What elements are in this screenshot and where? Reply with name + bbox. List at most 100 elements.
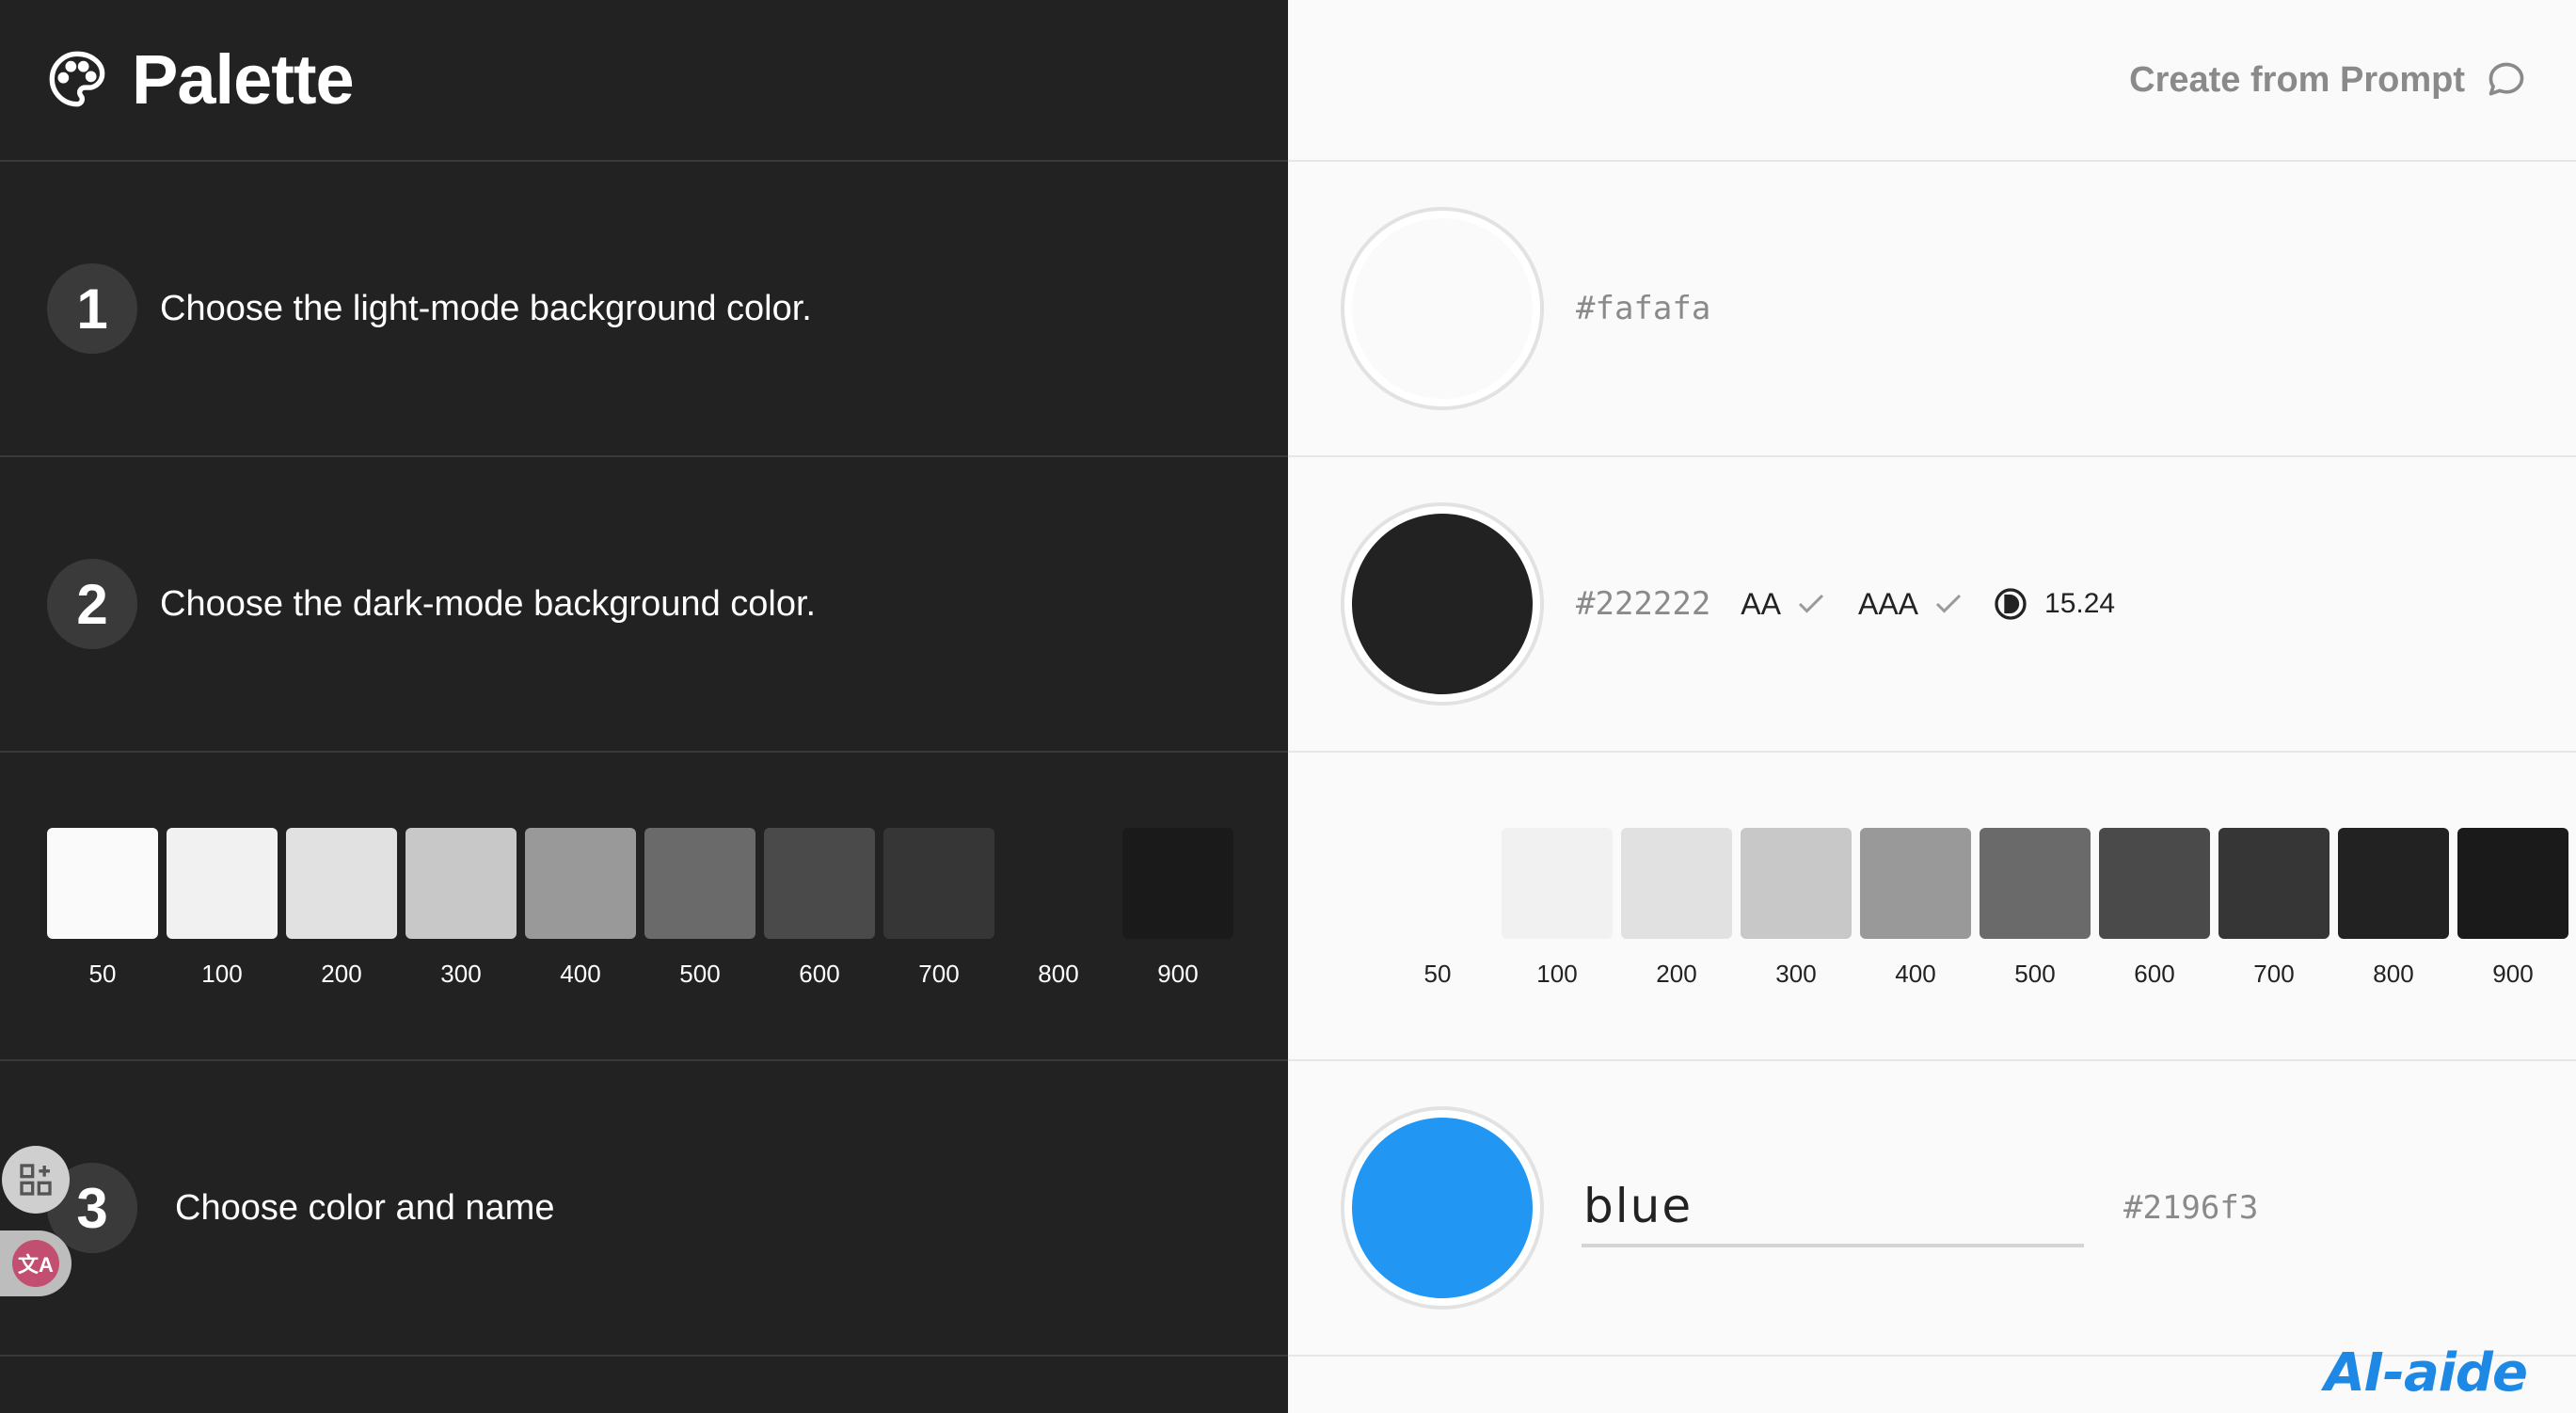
scale-step-300[interactable]: 300 xyxy=(1741,828,1852,989)
contrast-icon xyxy=(1995,588,2027,620)
step-3-section: 3 Choose color and name xyxy=(0,1061,1288,1357)
scale-step-600[interactable]: 600 xyxy=(764,828,875,989)
scale-chip xyxy=(764,828,875,939)
scale-label: 100 xyxy=(1536,960,1578,988)
translate-icon: 文A xyxy=(12,1240,59,1287)
aaa-badge: AAA xyxy=(1858,587,1965,622)
scale-label: 400 xyxy=(560,960,601,988)
watermark-logo: AI-aide xyxy=(2324,1342,2528,1404)
scale-label: 600 xyxy=(799,960,840,988)
scale-label: 700 xyxy=(918,960,960,988)
scale-label: 100 xyxy=(201,960,243,988)
scale-step-400[interactable]: 400 xyxy=(1860,828,1971,989)
create-from-prompt-label: Create from Prompt xyxy=(2129,59,2465,100)
scale-chip xyxy=(644,828,755,939)
header-left: Palette xyxy=(0,0,1288,162)
step-label: Choose color and name xyxy=(175,1187,555,1228)
light-bg-swatch[interactable] xyxy=(1341,207,1544,410)
light-bg-hex: #fafafa xyxy=(1576,290,1711,327)
primary-hex: #2196f3 xyxy=(2123,1189,2259,1227)
scale-step-200[interactable]: 200 xyxy=(286,828,397,989)
left-pane: Palette 1 Choose the light-mode backgrou… xyxy=(0,0,1288,1413)
translate-button[interactable]: 文A xyxy=(0,1230,72,1296)
scale-step-900[interactable]: 900 xyxy=(1122,828,1233,989)
header-right: Create from Prompt xyxy=(1288,0,2576,162)
scale-label: 600 xyxy=(2134,960,2175,988)
light-bg-swatch-fill xyxy=(1352,218,1533,399)
contrast-value: 15.24 xyxy=(2044,588,2116,619)
scale-step-300[interactable]: 300 xyxy=(405,828,517,989)
scale-chip xyxy=(1003,828,1114,939)
scale-step-400[interactable]: 400 xyxy=(525,828,636,989)
dark-scale-section: 50 100 200 300 400 500 600 700 800 900 xyxy=(1288,753,2576,1061)
scale-label: 50 xyxy=(1423,960,1452,988)
scale-step-500[interactable]: 500 xyxy=(1980,828,2091,989)
grid-add-icon xyxy=(20,1164,52,1196)
scale-chip xyxy=(2338,828,2449,939)
scale-chip xyxy=(2218,828,2330,939)
aaa-label: AAA xyxy=(1857,586,1919,621)
step-label: Choose the light-mode background color. xyxy=(160,288,812,328)
scale-label: 800 xyxy=(2373,960,2414,988)
check-icon xyxy=(1935,594,1962,613)
step-label: Choose the dark-mode background color. xyxy=(160,583,817,624)
aa-badge: AA xyxy=(1741,587,1828,622)
scale-step-200[interactable]: 200 xyxy=(1621,828,1732,989)
dark-bg-swatch-fill xyxy=(1352,514,1533,694)
light-scale: 50 100 200 300 400 500 600 700 800 900 xyxy=(47,828,1242,989)
scale-chip xyxy=(1382,828,1493,939)
scale-chip xyxy=(525,828,636,939)
scale-label: 500 xyxy=(2014,960,2056,988)
scale-label: 400 xyxy=(1895,960,1936,988)
scale-chip xyxy=(2457,828,2568,939)
step-number-badge: 1 xyxy=(47,263,137,354)
scale-chip xyxy=(1741,828,1852,939)
scale-chip xyxy=(286,828,397,939)
color-name-input[interactable] xyxy=(1582,1168,2084,1247)
dark-bg-swatch[interactable] xyxy=(1341,502,1544,706)
scale-label: 900 xyxy=(1157,960,1199,988)
scale-label: 500 xyxy=(679,960,721,988)
step-number-badge: 2 xyxy=(47,559,137,649)
scale-step-50[interactable]: 50 xyxy=(47,828,158,989)
dark-bg-hex: #222222 xyxy=(1576,585,1711,623)
scale-chip xyxy=(883,828,994,939)
scale-label: 200 xyxy=(321,960,362,988)
grid-add-button[interactable] xyxy=(2,1146,70,1214)
scale-chip xyxy=(1122,828,1233,939)
dark-bg-row: #222222 AA AAA 15.24 xyxy=(1288,457,2576,753)
scale-step-600[interactable]: 600 xyxy=(2099,828,2210,989)
scale-step-500[interactable]: 500 xyxy=(644,828,755,989)
scale-step-800[interactable]: 800 xyxy=(2338,828,2449,989)
scale-label: 50 xyxy=(88,960,117,988)
light-scale-section: 50 100 200 300 400 500 600 700 800 900 xyxy=(0,753,1288,1061)
primary-color-swatch[interactable] xyxy=(1341,1106,1544,1310)
scale-step-700[interactable]: 700 xyxy=(2218,828,2330,989)
contrast-ratio: 15.24 xyxy=(1992,585,2115,623)
scale-step-50[interactable]: 50 xyxy=(1382,828,1493,989)
scale-step-700[interactable]: 700 xyxy=(883,828,994,989)
scale-label: 200 xyxy=(1656,960,1697,988)
primary-color-row: #2196f3 xyxy=(1288,1061,2576,1357)
brand: Palette xyxy=(47,34,355,124)
chat-bubble-icon xyxy=(2489,62,2524,96)
scale-chip xyxy=(1860,828,1971,939)
scale-label: 700 xyxy=(2253,960,2295,988)
app-title: Palette xyxy=(132,40,355,119)
primary-swatch-fill xyxy=(1352,1118,1533,1298)
scale-chip xyxy=(167,828,278,939)
scale-chip xyxy=(1980,828,2091,939)
scale-chip xyxy=(405,828,517,939)
step-1-section: 1 Choose the light-mode background color… xyxy=(0,162,1288,457)
dark-scale: 50 100 200 300 400 500 600 700 800 900 xyxy=(1382,828,2576,989)
scale-label: 800 xyxy=(1038,960,1079,988)
check-icon xyxy=(1798,594,1824,613)
scale-step-100[interactable]: 100 xyxy=(167,828,278,989)
scale-step-800[interactable]: 800 xyxy=(1003,828,1114,989)
scale-label: 300 xyxy=(1775,960,1817,988)
scale-chip xyxy=(2099,828,2210,939)
scale-step-900[interactable]: 900 xyxy=(2457,828,2568,989)
create-from-prompt-button[interactable]: Create from Prompt xyxy=(2129,47,2527,113)
scale-step-100[interactable]: 100 xyxy=(1502,828,1613,989)
aa-label: AA xyxy=(1741,586,1781,621)
